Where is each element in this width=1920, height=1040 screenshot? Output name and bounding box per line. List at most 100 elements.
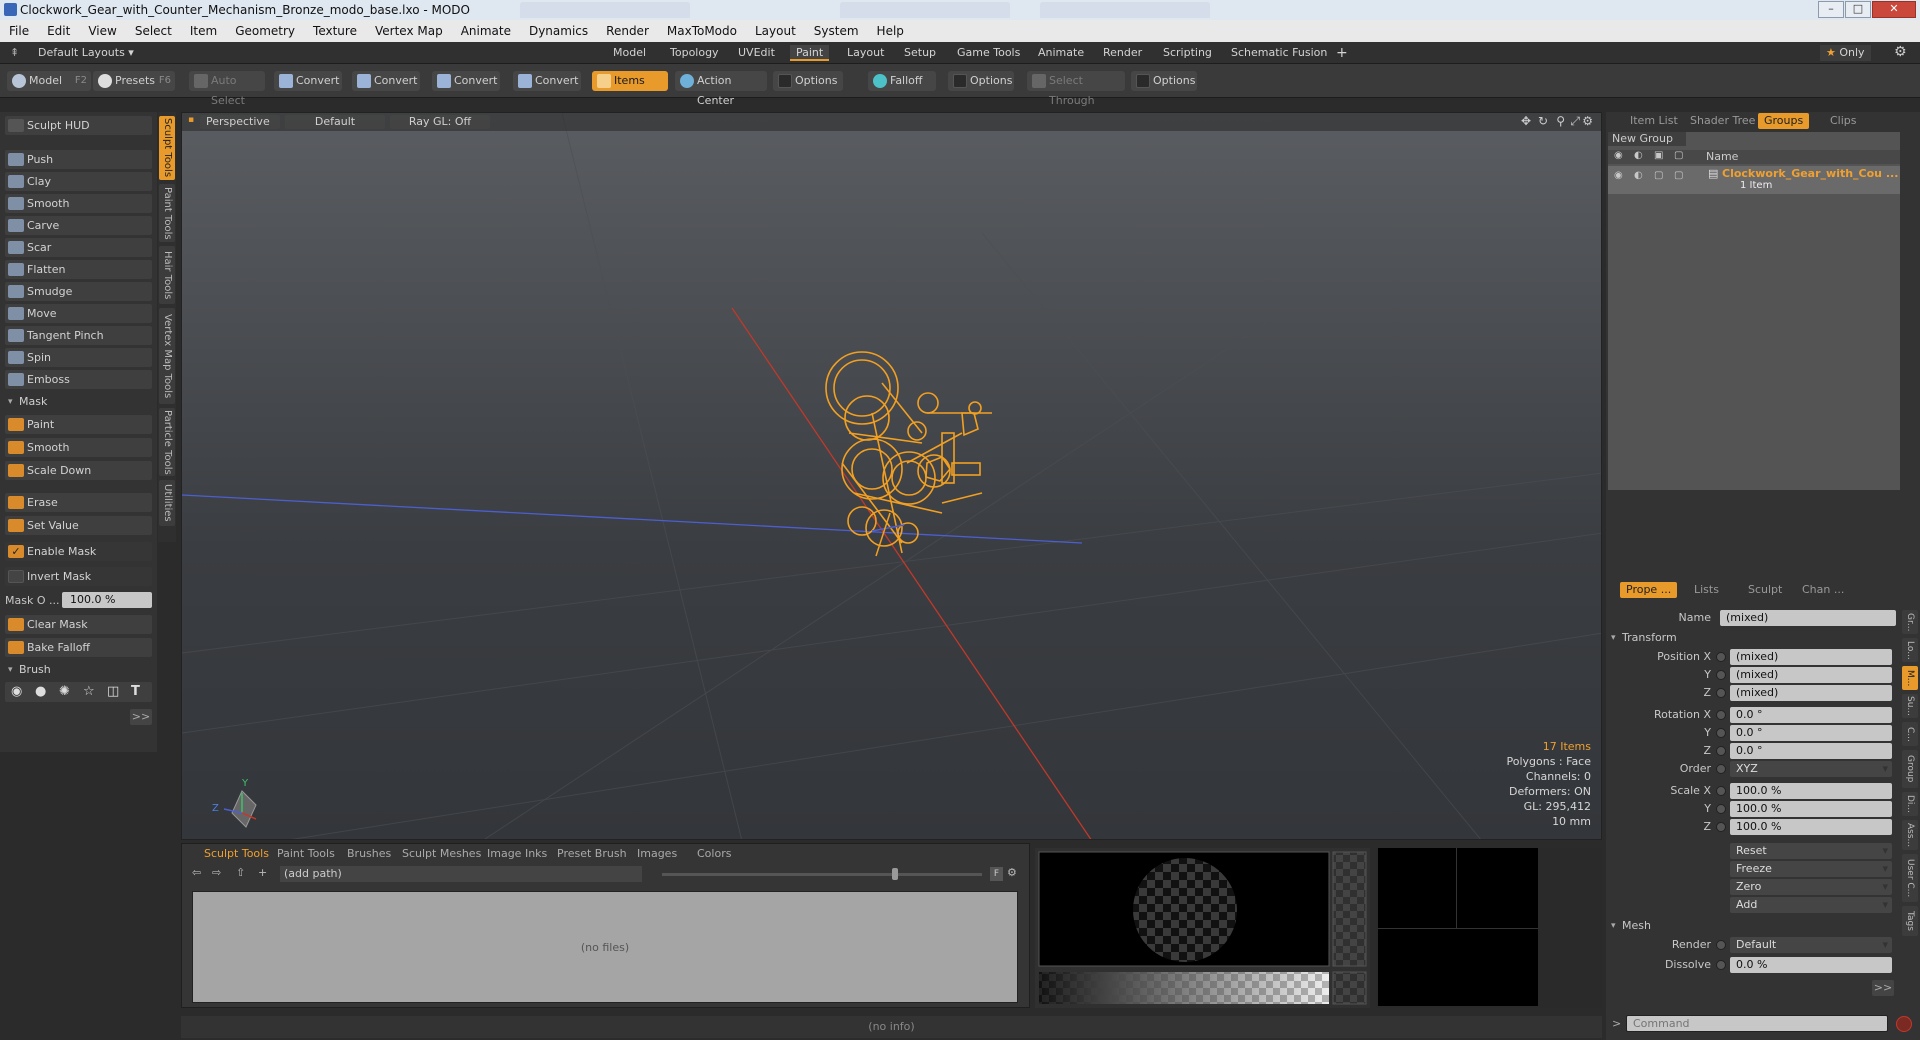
add-dropdown[interactable]: Add <box>1730 897 1892 913</box>
lock-icon[interactable]: ▣ <box>1654 150 1663 161</box>
btab-image-inks[interactable]: Image Inks <box>487 847 547 861</box>
transform-section[interactable]: Transform <box>1610 630 1677 646</box>
scale-z-field[interactable]: 100.0 % <box>1730 819 1892 835</box>
menu-view[interactable]: View <box>79 20 125 38</box>
tab-render[interactable]: Render <box>1097 45 1148 61</box>
new-group-button[interactable]: New Group <box>1608 132 1686 146</box>
group-row[interactable]: ◉ ◐ ▢ ▢ ▤ Clockwork_Gear_with_Cou ... 1 … <box>1608 166 1900 194</box>
raygl-toggle[interactable]: Ray GL: Off <box>390 115 490 129</box>
btab-brushes[interactable]: Brushes <box>347 847 391 861</box>
image-brush-icon[interactable]: ◫ <box>107 682 119 702</box>
vtab-utilities[interactable]: Utilities <box>159 480 175 526</box>
add-path-icon[interactable]: + <box>258 866 267 879</box>
tangent-pinch-tool[interactable]: Tangent Pinch <box>5 326 152 345</box>
menu-animate[interactable]: Animate <box>452 20 520 38</box>
move-tool[interactable]: Move <box>5 304 152 323</box>
set-value-tool[interactable]: Set Value <box>5 516 152 535</box>
shading-dropdown[interactable]: Default <box>285 115 385 129</box>
maximize-view-icon[interactable]: ⤢ <box>1570 114 1580 129</box>
only-toggle[interactable]: ★ Only <box>1820 45 1871 61</box>
vtab-sculpt-tools[interactable]: Sculpt Tools <box>159 116 175 180</box>
scar-tool[interactable]: Scar <box>5 238 152 257</box>
clear-mask-button[interactable]: Clear Mask <box>5 615 152 634</box>
tab-shader-tree[interactable]: Shader Tree <box>1684 113 1761 129</box>
browser-settings-icon[interactable]: ⚙ <box>1007 866 1017 879</box>
filter-button[interactable]: F <box>990 867 1003 881</box>
rotation-x-field[interactable]: 0.0 ° <box>1730 707 1892 723</box>
carve-tool[interactable]: Carve <box>5 216 152 235</box>
menu-select[interactable]: Select <box>126 20 181 38</box>
rvtab-display[interactable]: Di... <box>1902 792 1918 816</box>
rotation-y-field[interactable]: 0.0 ° <box>1730 725 1892 741</box>
spin-tool[interactable]: Spin <box>5 348 152 367</box>
tab-lists[interactable]: Lists <box>1688 582 1725 598</box>
render-dropdown[interactable]: Default <box>1730 937 1892 953</box>
3d-viewport[interactable]: Y Z ▪ Perspective Default Ray GL: Off ✥ … <box>181 112 1602 840</box>
tab-setup[interactable]: Setup <box>898 45 942 61</box>
mask-scale-down-tool[interactable]: Scale Down <box>5 461 152 480</box>
action-center-button[interactable]: Action Center <box>675 71 767 107</box>
menu-item[interactable]: Item <box>181 20 226 38</box>
procedural-brush-icon[interactable]: ✺ <box>59 682 70 702</box>
tab-paint[interactable]: Paint <box>790 45 830 61</box>
text-brush-icon[interactable]: T <box>131 682 140 702</box>
keyframe-dot-icon[interactable] <box>1716 688 1726 698</box>
keyframe-dot-icon[interactable] <box>1716 728 1726 738</box>
select-through-button[interactable]: Select Through <box>1027 71 1125 107</box>
rotate-view-icon[interactable]: ↻ <box>1538 114 1548 128</box>
convert-vertex-button[interactable]: Convert <box>274 71 342 91</box>
enable-mask-checkbox[interactable]: ✓ Enable Mask <box>5 542 152 561</box>
select-options-button[interactable]: Options <box>1131 71 1197 91</box>
emboss-tool[interactable]: Emboss <box>5 370 152 389</box>
erase-tool[interactable]: Erase <box>5 493 152 512</box>
tab-topology[interactable]: Topology <box>664 45 725 61</box>
projection-dropdown[interactable]: Perspective <box>200 115 280 129</box>
render-toggle-icon[interactable]: ◐ <box>1634 170 1643 181</box>
name-field[interactable]: (mixed) <box>1720 610 1896 626</box>
menu-system[interactable]: System <box>805 20 868 38</box>
tab-layout[interactable]: Layout <box>841 45 890 61</box>
keyframe-dot-icon[interactable] <box>1716 670 1726 680</box>
position-y-field[interactable]: (mixed) <box>1730 667 1892 683</box>
mask-section-header[interactable]: Mask <box>5 394 152 410</box>
mask-smooth-tool[interactable]: Smooth <box>5 438 152 457</box>
visibility-eye-icon[interactable]: ◉ <box>1614 170 1623 181</box>
brush-section-header[interactable]: Brush <box>5 662 152 678</box>
tab-channels[interactable]: Chan ... <box>1796 582 1850 598</box>
vtab-hair-tools[interactable]: Hair Tools <box>159 246 175 304</box>
rvtab-surface[interactable]: Su... <box>1902 694 1918 718</box>
pan-view-icon[interactable]: ✥ <box>1521 114 1531 128</box>
scale-y-field[interactable]: 100.0 % <box>1730 801 1892 817</box>
rvtab-tags[interactable]: Tags <box>1902 906 1918 936</box>
keyframe-dot-icon[interactable] <box>1716 746 1726 756</box>
menu-file[interactable]: File <box>0 20 38 38</box>
rvtab-lo[interactable]: Lo... <box>1902 638 1918 662</box>
viewport-settings-icon[interactable]: ⚙ <box>1582 114 1593 128</box>
eye-icon[interactable]: ◉ <box>1614 150 1623 161</box>
up-folder-icon[interactable]: ⇧ <box>236 866 245 879</box>
btab-paint-tools[interactable]: Paint Tools <box>277 847 335 861</box>
sculpt-hud-button[interactable]: Sculpt HUD <box>5 116 152 135</box>
keyframe-dot-icon[interactable] <box>1716 804 1726 814</box>
zero-dropdown[interactable]: Zero <box>1730 879 1892 895</box>
vtab-particle-tools[interactable]: Particle Tools <box>159 408 175 476</box>
position-x-field[interactable]: (mixed) <box>1730 649 1892 665</box>
convert-edge-button[interactable]: Convert <box>352 71 420 91</box>
btab-colors[interactable]: Colors <box>697 847 731 861</box>
soft-brush-icon[interactable]: ◉ <box>11 682 22 702</box>
keyframe-dot-icon[interactable] <box>1716 822 1726 832</box>
render-icon[interactable]: ◐ <box>1634 150 1643 161</box>
vtab-paint-tools[interactable]: Paint Tools <box>159 184 175 242</box>
btab-preset-brush[interactable]: Preset Brush <box>557 847 627 861</box>
keyframe-dot-icon[interactable] <box>1716 710 1726 720</box>
auto-select-button[interactable]: Auto Select <box>189 71 265 107</box>
lock-toggle-icon[interactable]: ▢ <box>1654 170 1663 181</box>
default-layouts-dropdown[interactable]: Default Layouts ▾ <box>32 45 140 61</box>
select-toggle-icon[interactable]: ▢ <box>1674 170 1683 181</box>
menu-render[interactable]: Render <box>597 20 658 38</box>
tab-sculpt[interactable]: Sculpt <box>1742 582 1788 598</box>
smooth-tool[interactable]: Smooth <box>5 194 152 213</box>
order-dropdown[interactable]: XYZ <box>1730 761 1892 777</box>
invert-mask-checkbox[interactable]: Invert Mask <box>5 567 152 586</box>
file-area[interactable]: (no files) <box>192 891 1018 1003</box>
